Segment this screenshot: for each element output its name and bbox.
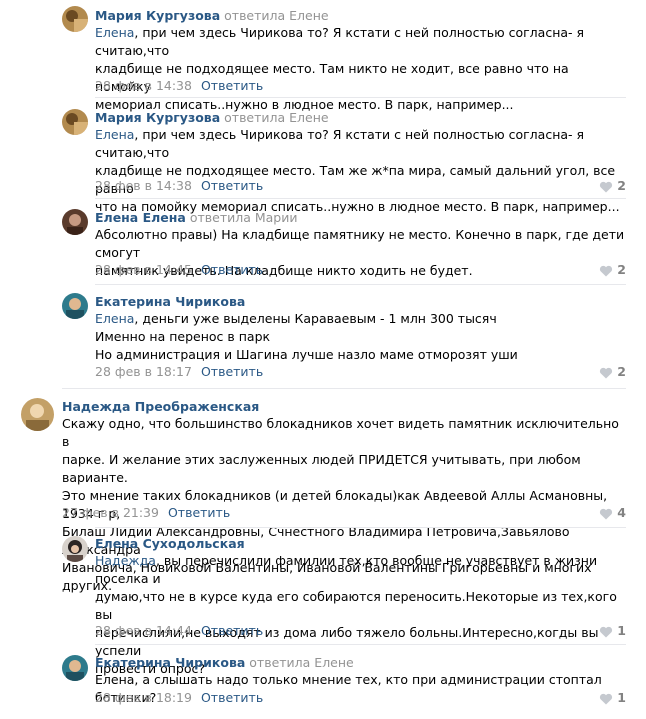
comment-date[interactable]: 28 фев в 18:19: [95, 690, 192, 705]
replied-to[interactable]: ответила Елене: [224, 110, 328, 125]
comment: Мария Кургузова ответила Елене Елена, пр…: [95, 8, 626, 112]
author-name[interactable]: Елена Суходольская: [95, 536, 245, 551]
avatar[interactable]: [62, 293, 88, 319]
divider: [95, 644, 626, 645]
heart-icon: [600, 367, 613, 378]
like-count: 1: [617, 690, 626, 705]
author-name[interactable]: Екатерина Чирикова: [95, 655, 245, 670]
heart-icon: [600, 265, 613, 276]
replied-to[interactable]: ответила Елене: [224, 8, 328, 23]
reply-button[interactable]: Ответить: [201, 364, 263, 379]
like-button[interactable]: 4: [599, 505, 626, 521]
like-count: 1: [617, 623, 626, 638]
divider: [95, 284, 626, 285]
comment-date[interactable]: 28 фев в 14:45: [95, 262, 192, 277]
reply-button[interactable]: Ответить: [201, 178, 263, 193]
reply-button[interactable]: Ответить: [201, 623, 263, 638]
reply-button[interactable]: Ответить: [201, 690, 263, 705]
comment: Екатерина Чирикова ответила Елене Елена,…: [95, 655, 626, 707]
comment-date[interactable]: 28 фев в 14:44: [95, 623, 192, 638]
comment-date[interactable]: 28 фев в 18:17: [95, 364, 192, 379]
like-count: 2: [617, 262, 626, 277]
like-count: 4: [617, 505, 626, 520]
comment: Надежда Преображенская Скажу одно, что б…: [62, 399, 626, 593]
author-name[interactable]: Мария Кургузова: [95, 110, 220, 125]
comment-date[interactable]: 27 фев в 21:39: [62, 505, 159, 520]
mention-link[interactable]: Елена: [95, 25, 134, 40]
replied-to[interactable]: ответила Марии: [190, 210, 298, 225]
divider: [95, 527, 626, 528]
reply-button[interactable]: Ответить: [201, 262, 263, 277]
like-button[interactable]: 1: [599, 623, 626, 639]
author-name[interactable]: Мария Кургузова: [95, 8, 220, 23]
heart-icon: [600, 508, 613, 519]
divider: [95, 97, 626, 98]
like-button[interactable]: 1: [599, 690, 626, 706]
like-count: 2: [617, 178, 626, 193]
heart-icon: [600, 181, 613, 192]
comment-date[interactable]: 28 фев в 14:38: [95, 178, 192, 193]
comment-date[interactable]: 28 фев в 14:38: [95, 78, 192, 93]
comment-text: Елена, при чем здесь Чирикова то? Я кста…: [95, 127, 620, 214]
reply-button[interactable]: Ответить: [168, 505, 230, 520]
comment: Екатерина Чирикова Елена, деньги уже выд…: [95, 294, 626, 380]
mention-link[interactable]: Елена: [95, 127, 134, 142]
comment: Елена Суходольская Надежда, вы перечисли…: [95, 536, 626, 676]
mention-link[interactable]: Надежда: [95, 553, 156, 568]
heart-icon: [600, 693, 613, 704]
heart-icon: [600, 626, 613, 637]
author-name[interactable]: Екатерина Чирикова: [95, 294, 245, 309]
divider: [62, 388, 626, 389]
like-button[interactable]: 2: [599, 262, 626, 278]
author-name[interactable]: Надежда Преображенская: [62, 399, 259, 414]
avatar[interactable]: [62, 655, 88, 681]
comment-text: Елена, деньги уже выделены Караваевым - …: [95, 311, 518, 362]
avatar[interactable]: [62, 209, 88, 235]
comment: Елена Елена ответила Марии Абсолютно пра…: [95, 210, 626, 280]
divider: [95, 198, 626, 199]
avatar[interactable]: [62, 109, 88, 135]
comment: Мария Кургузова ответила Елене Елена, пр…: [95, 110, 626, 214]
comment-text: Елена, при чем здесь Чирикова то? Я кста…: [95, 25, 585, 112]
avatar[interactable]: [21, 398, 54, 431]
like-button[interactable]: 2: [599, 364, 626, 380]
like-count: 2: [617, 364, 626, 379]
like-button[interactable]: 2: [599, 178, 626, 194]
author-name[interactable]: Елена Елена: [95, 210, 186, 225]
replied-to[interactable]: ответила Елене: [249, 655, 353, 670]
mention-link[interactable]: Елена: [95, 311, 134, 326]
reply-button[interactable]: Ответить: [201, 78, 263, 93]
avatar[interactable]: [62, 536, 88, 562]
avatar[interactable]: [62, 6, 88, 32]
